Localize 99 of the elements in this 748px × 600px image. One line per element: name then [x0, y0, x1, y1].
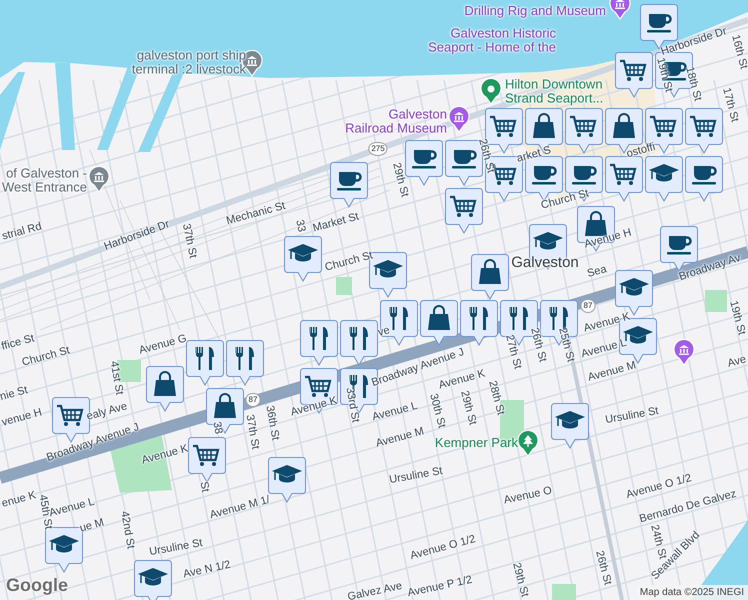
coffee-cup-marker[interactable] — [405, 140, 443, 186]
street-label: Church St — [324, 250, 374, 274]
street-label: Avenue H — [583, 227, 633, 251]
fork-knife-marker[interactable] — [226, 340, 264, 386]
route-shield: 87 — [580, 299, 596, 313]
tree-pin-icon[interactable] — [517, 430, 539, 457]
street-label: 26th St — [476, 138, 496, 174]
place-label: Hilton Downtown Strand Seaport... — [505, 77, 604, 105]
street-label: Ursuline St — [604, 406, 660, 426]
shopping-cart-marker[interactable] — [605, 156, 643, 202]
street-label: 18th St — [683, 66, 703, 102]
street-label: 38 — [210, 421, 224, 435]
park-area — [705, 290, 727, 312]
street-label: Avenue M — [586, 360, 638, 384]
street-label: venue H — [0, 407, 44, 429]
street-label: Avenue O 1/2 — [625, 473, 693, 501]
street-label: 25th St — [556, 326, 576, 364]
street-label: 36th St — [264, 404, 280, 442]
place-label: Galveston Railroad Museum — [345, 107, 447, 135]
coffee-cup-marker[interactable] — [330, 162, 368, 208]
place-label: Drilling Rig and Museum — [464, 4, 606, 18]
street-label: 29th St — [390, 162, 410, 198]
building-pin-icon[interactable] — [673, 339, 695, 366]
street-label: Ursuline St — [388, 466, 444, 486]
street-label: Avenue O 1/2 — [409, 534, 477, 562]
street-label: nie St — [0, 385, 30, 403]
shopping-cart-marker[interactable] — [685, 108, 723, 154]
street-label: 19th St — [654, 56, 674, 94]
street-label: ve — [376, 325, 392, 339]
street-label: ealy Ave — [86, 401, 128, 423]
street-label: 33 — [293, 218, 307, 234]
graduation-cap-marker[interactable] — [134, 560, 172, 600]
street-label: Avenue K — [438, 368, 486, 392]
street-label: enue K — [0, 490, 38, 510]
fork-knife-marker[interactable] — [340, 320, 378, 366]
park-area — [336, 277, 352, 295]
shopping-bag-marker[interactable] — [146, 366, 184, 412]
place-label: of Galveston - West Entrance — [2, 166, 87, 194]
street-label: 37th St — [180, 222, 198, 260]
graduation-cap-marker[interactable] — [551, 403, 589, 449]
ring-pin-icon[interactable] — [480, 78, 502, 105]
shopping-bag-marker[interactable] — [471, 254, 509, 300]
building-pin-icon[interactable] — [448, 106, 470, 133]
street-label: 41st St — [108, 360, 124, 396]
street-label: Avenue L — [580, 338, 628, 360]
street-label: 26th St — [528, 326, 548, 364]
street-label: 33rd St — [344, 386, 360, 424]
street-label: St — [198, 480, 210, 494]
street-label: Ursuline St — [148, 538, 204, 558]
street-label: 19th St — [727, 300, 747, 336]
fork-knife-marker[interactable] — [186, 340, 224, 386]
street-label: Sea — [586, 264, 608, 280]
shopping-cart-marker[interactable] — [445, 188, 483, 234]
graduation-cap-marker[interactable] — [268, 457, 306, 503]
building-pin-icon[interactable] — [609, 0, 631, 20]
street-label: Ave — [726, 354, 748, 370]
street-label: Avenue M 1/ — [208, 494, 272, 522]
street-label: Avenue L — [371, 400, 419, 424]
shopping-bag-marker[interactable] — [420, 300, 458, 346]
street-label: 26th St — [593, 550, 613, 586]
shopping-cart-marker[interactable] — [565, 108, 603, 154]
shopping-bag-marker[interactable] — [206, 388, 244, 434]
street-label: ostoffi — [626, 142, 656, 160]
street-label: 28th St — [486, 380, 506, 416]
street-label: Avenue K — [582, 312, 632, 334]
street-label: 37th St — [244, 414, 260, 450]
street-label: ue M — [78, 518, 106, 534]
street-label: Ave N 1/2 — [182, 560, 232, 580]
street-label: 29th St — [510, 562, 530, 598]
street-label: arket S — [516, 145, 552, 165]
street-label: Church St — [540, 188, 590, 212]
street-label: 29th St — [458, 390, 478, 426]
place-label: Galveston Historic Seaport - Home of the — [428, 26, 556, 54]
graduation-cap-marker[interactable] — [284, 236, 322, 282]
fork-knife-marker[interactable] — [460, 300, 498, 346]
street-label: Avenue G — [138, 333, 188, 357]
street-label: Avenue K — [290, 396, 338, 418]
shopping-cart-marker[interactable] — [615, 52, 653, 98]
street-label: 27th St — [503, 334, 523, 370]
map-logo: Google — [6, 575, 68, 596]
street-label: 17th St — [720, 86, 740, 124]
route-shield: 275 — [368, 142, 388, 156]
fork-knife-marker[interactable] — [300, 320, 338, 366]
graduation-cap-marker[interactable] — [645, 156, 683, 202]
park-area — [552, 584, 576, 600]
building-pin-icon[interactable] — [88, 166, 110, 193]
place-label: Kempner Park — [434, 436, 518, 450]
street-label: Market St — [312, 212, 360, 234]
route-shield: 87 — [246, 393, 260, 407]
street-label: Galvez Ave — [346, 580, 404, 600]
street-label: Mechanic St — [225, 200, 287, 228]
street-label: Avenue M — [374, 426, 426, 450]
coffee-cup-marker[interactable] — [685, 156, 723, 202]
street-label: 42nd St — [118, 510, 136, 550]
street-label: Avenue P 1/2 — [406, 574, 474, 600]
street-label: Avenue K — [140, 444, 190, 466]
street-label: 30th St — [427, 392, 447, 430]
street-label: strial Rd — [1, 221, 43, 243]
street-label: Avenue O — [503, 486, 553, 506]
